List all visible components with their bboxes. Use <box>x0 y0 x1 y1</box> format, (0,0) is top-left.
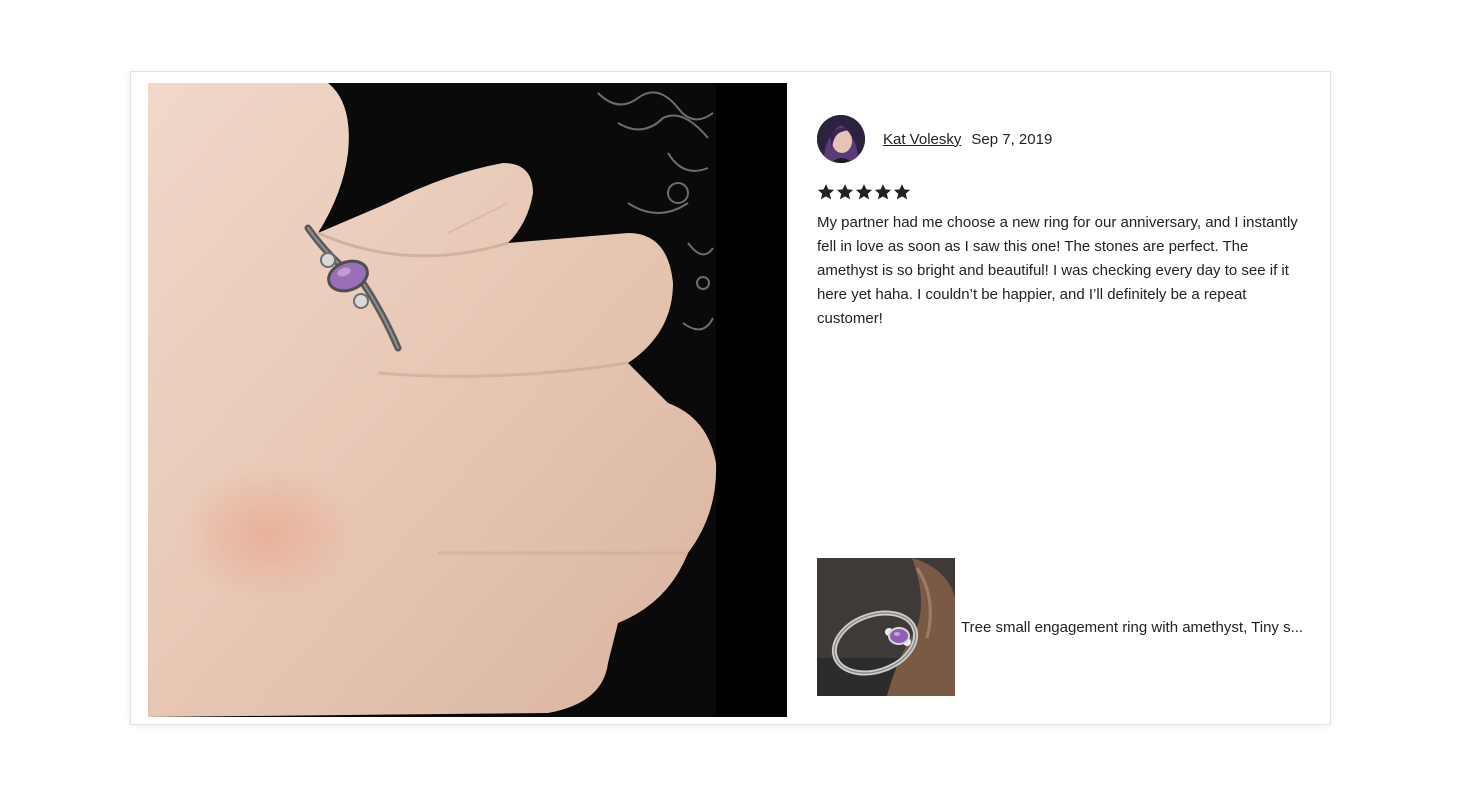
product-link[interactable]: Tree small engagement ring with amethyst… <box>817 558 1303 696</box>
review-modal: Kat Volesky Sep 7, 2019 My partner had m… <box>130 71 1331 725</box>
star-rating <box>817 183 1307 205</box>
star-icon <box>874 184 892 200</box>
review-panel: Kat Volesky Sep 7, 2019 My partner had m… <box>817 114 1307 331</box>
review-date: Sep 7, 2019 <box>971 130 1053 148</box>
product-thumbnail[interactable] <box>817 558 955 696</box>
avatar-image <box>817 115 865 163</box>
reviewer-name-link[interactable]: Kat Volesky <box>883 131 961 148</box>
star-icon <box>855 184 873 200</box>
reviewer-header: Kat Volesky Sep 7, 2019 <box>817 114 1307 164</box>
review-text: My partner had me choose a new ring for … <box>817 214 1298 327</box>
ring-product-image <box>817 558 955 696</box>
star-icon <box>817 184 835 200</box>
product-title[interactable]: Tree small engagement ring with amethyst… <box>961 619 1303 636</box>
star-icon <box>836 184 854 200</box>
reviewer-avatar[interactable] <box>817 115 865 163</box>
review-photo[interactable] <box>148 83 787 717</box>
star-icon <box>893 184 911 200</box>
hand-with-ring-image <box>148 83 787 717</box>
